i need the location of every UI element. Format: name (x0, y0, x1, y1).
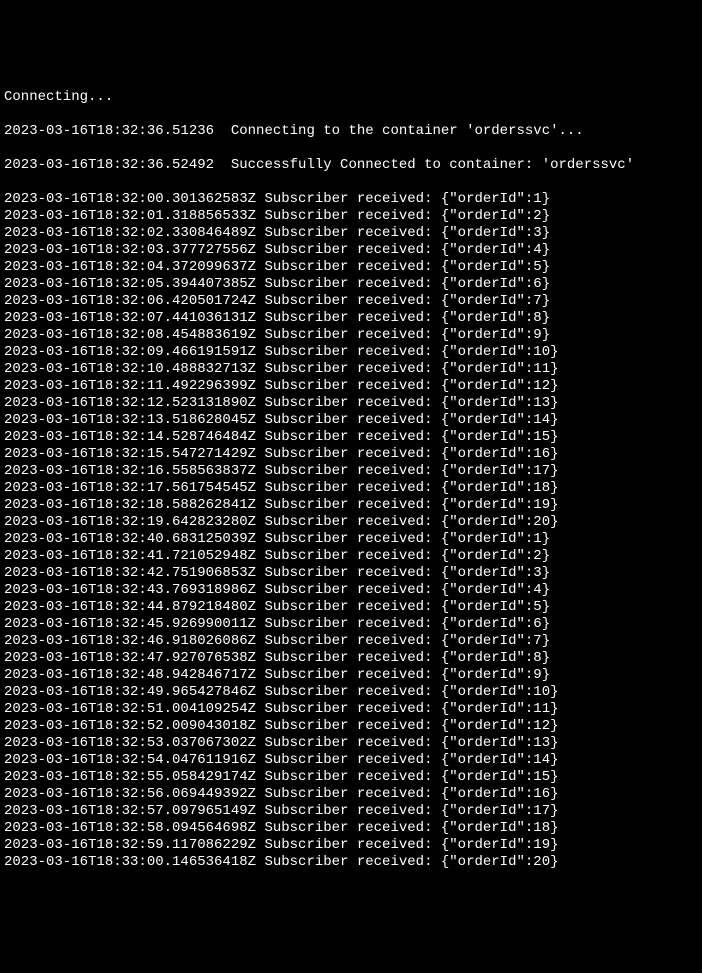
log-line: 2023-03-16T18:32:51.004109254Z Subscribe… (4, 701, 698, 718)
terminal-output: Connecting... 2023-03-16T18:32:36.51236 … (4, 72, 698, 888)
log-lines-container: 2023-03-16T18:32:00.301362583Z Subscribe… (4, 191, 698, 871)
connecting-line: Connecting... (4, 89, 698, 106)
log-line: 2023-03-16T18:32:13.518628045Z Subscribe… (4, 412, 698, 429)
log-line: 2023-03-16T18:32:55.058429174Z Subscribe… (4, 769, 698, 786)
log-line: 2023-03-16T18:32:48.942846717Z Subscribe… (4, 667, 698, 684)
log-line: 2023-03-16T18:32:05.394407385Z Subscribe… (4, 276, 698, 293)
log-line: 2023-03-16T18:32:17.561754545Z Subscribe… (4, 480, 698, 497)
log-line: 2023-03-16T18:32:43.769318986Z Subscribe… (4, 582, 698, 599)
log-line: 2023-03-16T18:32:06.420501724Z Subscribe… (4, 293, 698, 310)
log-line: 2023-03-16T18:32:10.488832713Z Subscribe… (4, 361, 698, 378)
log-line: 2023-03-16T18:32:15.547271429Z Subscribe… (4, 446, 698, 463)
log-line: 2023-03-16T18:32:52.009043018Z Subscribe… (4, 718, 698, 735)
connected-line: 2023-03-16T18:32:36.52492 Successfully C… (4, 157, 698, 174)
log-line: 2023-03-16T18:32:59.117086229Z Subscribe… (4, 837, 698, 854)
log-line: 2023-03-16T18:32:04.372099637Z Subscribe… (4, 259, 698, 276)
log-line: 2023-03-16T18:33:00.146536418Z Subscribe… (4, 854, 698, 871)
log-line: 2023-03-16T18:32:01.318856533Z Subscribe… (4, 208, 698, 225)
log-line: 2023-03-16T18:32:54.047611916Z Subscribe… (4, 752, 698, 769)
log-line: 2023-03-16T18:32:08.454883619Z Subscribe… (4, 327, 698, 344)
log-line: 2023-03-16T18:32:07.441036131Z Subscribe… (4, 310, 698, 327)
log-line: 2023-03-16T18:32:09.466191591Z Subscribe… (4, 344, 698, 361)
log-line: 2023-03-16T18:32:02.330846489Z Subscribe… (4, 225, 698, 242)
log-line: 2023-03-16T18:32:00.301362583Z Subscribe… (4, 191, 698, 208)
log-line: 2023-03-16T18:32:47.927076538Z Subscribe… (4, 650, 698, 667)
log-line: 2023-03-16T18:32:18.588262841Z Subscribe… (4, 497, 698, 514)
log-line: 2023-03-16T18:32:16.558563837Z Subscribe… (4, 463, 698, 480)
log-line: 2023-03-16T18:32:57.097965149Z Subscribe… (4, 803, 698, 820)
log-line: 2023-03-16T18:32:19.642823280Z Subscribe… (4, 514, 698, 531)
connect-attempt-line: 2023-03-16T18:32:36.51236 Connecting to … (4, 123, 698, 140)
log-line: 2023-03-16T18:32:44.879218480Z Subscribe… (4, 599, 698, 616)
log-line: 2023-03-16T18:32:12.523131890Z Subscribe… (4, 395, 698, 412)
log-line: 2023-03-16T18:32:42.751906853Z Subscribe… (4, 565, 698, 582)
log-line: 2023-03-16T18:32:58.094564698Z Subscribe… (4, 820, 698, 837)
log-line: 2023-03-16T18:32:45.926990011Z Subscribe… (4, 616, 698, 633)
log-line: 2023-03-16T18:32:40.683125039Z Subscribe… (4, 531, 698, 548)
log-line: 2023-03-16T18:32:14.528746484Z Subscribe… (4, 429, 698, 446)
log-line: 2023-03-16T18:32:41.721052948Z Subscribe… (4, 548, 698, 565)
log-line: 2023-03-16T18:32:49.965427846Z Subscribe… (4, 684, 698, 701)
log-line: 2023-03-16T18:32:46.918026086Z Subscribe… (4, 633, 698, 650)
log-line: 2023-03-16T18:32:56.069449392Z Subscribe… (4, 786, 698, 803)
log-line: 2023-03-16T18:32:03.377727556Z Subscribe… (4, 242, 698, 259)
log-line: 2023-03-16T18:32:11.492296399Z Subscribe… (4, 378, 698, 395)
